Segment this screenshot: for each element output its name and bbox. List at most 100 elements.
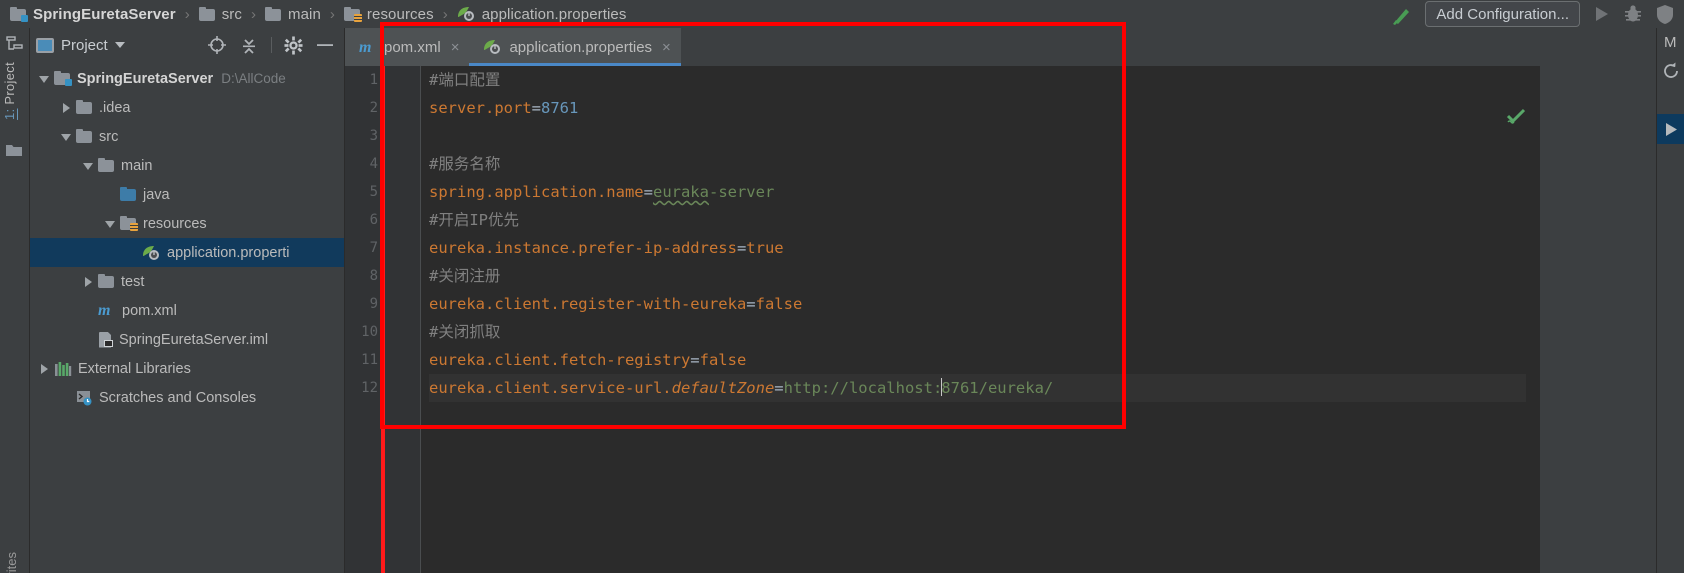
scratches-icon <box>76 390 93 406</box>
error-stripe[interactable] <box>1526 66 1540 573</box>
tree-closed-arrow-icon[interactable] <box>82 275 95 288</box>
refresh-icon[interactable] <box>1660 60 1682 82</box>
sidebar-item-project[interactable]: 1: Project <box>2 62 17 120</box>
code-line[interactable]: #开启IP优先 <box>429 206 1540 234</box>
code-line[interactable]: server.port=8761 <box>429 94 1540 122</box>
editor-tab-bar: m pom.xml × application.properties × <box>345 28 1540 66</box>
tree-item-label: application.properti <box>167 244 290 261</box>
code-line[interactable]: spring.application.name=euraka-server <box>429 178 1540 206</box>
breadcrumb-item-src[interactable]: src <box>197 0 244 28</box>
breadcrumb-label: src <box>221 5 242 23</box>
breadcrumb-item-resources[interactable]: resources <box>342 0 436 28</box>
scroll-from-source-icon[interactable] <box>207 35 227 55</box>
code-line[interactable]: eureka.client.service-url.defaultZone=ht… <box>429 374 1540 402</box>
libraries-icon <box>54 361 72 377</box>
tree-open-arrow-icon[interactable] <box>82 159 95 172</box>
editor-tab-pom-xml[interactable]: m pom.xml × <box>345 28 470 66</box>
navbar-actions: Add Configuration... <box>1389 1 1684 27</box>
source-folder-icon <box>120 187 137 202</box>
tree-open-arrow-icon[interactable] <box>60 130 73 143</box>
tree-item-resources[interactable]: resources <box>30 209 345 238</box>
tree-item-springeuretaserver[interactable]: SpringEuretaServer D:\AllCode <box>30 64 345 93</box>
editor-gutter[interactable]: 1 2 3 4 5 6 7 8 9 10 11 12 <box>345 66 421 573</box>
chevron-down-icon[interactable] <box>114 42 125 48</box>
code-token-comment: #关闭注册 <box>429 267 501 285</box>
idea-window: SpringEuretaServer › src › main › resources › ap… <box>0 0 1684 573</box>
tree-item-src[interactable]: src <box>30 122 345 151</box>
close-icon[interactable]: × <box>662 39 671 56</box>
tree-item-test[interactable]: test <box>30 267 345 296</box>
close-icon[interactable]: × <box>451 39 460 56</box>
sidebar-item-favorites[interactable]: rites <box>4 552 19 573</box>
spring-properties-icon <box>457 6 476 22</box>
editor-tab-application-properties[interactable]: application.properties × <box>469 28 682 66</box>
gear-icon[interactable] <box>284 35 303 55</box>
code-token-key: eureka.client.register-with-eureka <box>429 295 747 313</box>
tree-item-label: java <box>143 186 170 203</box>
tree-item-application-properti[interactable]: application.properti <box>30 238 345 267</box>
collapse-all-icon[interactable] <box>239 35 259 55</box>
favorites-folder-icon[interactable] <box>6 143 23 158</box>
resources-folder-icon <box>343 6 362 22</box>
tree-item-external-libraries[interactable]: External Libraries <box>30 354 345 383</box>
tree-closed-arrow-icon[interactable] <box>60 101 73 114</box>
code-line[interactable]: #服务名称 <box>429 150 1540 178</box>
code-token-eq: = <box>774 379 784 397</box>
breadcrumb-separator: › <box>329 5 335 23</box>
tree-item-java[interactable]: java <box>30 180 345 209</box>
code-token-key: eureka.instance.prefer-ip-address <box>429 239 737 257</box>
tree-closed-arrow-icon[interactable] <box>38 362 51 375</box>
maven-m-glyph: m <box>359 39 372 56</box>
breadcrumb-label: SpringEuretaServer <box>33 5 176 23</box>
breadcrumb-item-main[interactable]: main <box>263 0 323 28</box>
editor-body[interactable]: 1 2 3 4 5 6 7 8 9 10 11 12 #端口配置 server.port=8761 #服务… <box>345 66 1540 573</box>
code-line[interactable]: eureka.client.register-with-eureka=false <box>429 290 1540 318</box>
tree-item-label: resources <box>143 215 207 232</box>
code-content[interactable]: #端口配置 server.port=8761 #服务名称 spring.applica… <box>429 66 1540 573</box>
project-panel-tools <box>207 35 339 55</box>
run-play-icon[interactable] <box>1657 114 1684 144</box>
maven-icon: m <box>359 39 377 56</box>
tree-open-arrow-icon[interactable] <box>38 72 51 85</box>
module-badge <box>21 14 28 22</box>
code-token-key: false <box>755 295 803 313</box>
code-token-key: false <box>699 351 747 369</box>
coverage-shield-icon[interactable] <box>1654 3 1676 25</box>
hide-panel-icon[interactable] <box>315 35 335 55</box>
code-line[interactable]: eureka.instance.prefer-ip-address=true <box>429 234 1540 262</box>
tree-item-main[interactable]: main <box>30 151 345 180</box>
tree-open-arrow-icon[interactable] <box>104 217 117 230</box>
breadcrumb-separator: › <box>251 5 256 23</box>
tree-item--idea[interactable]: .idea <box>30 93 345 122</box>
editor-tab-label: pom.xml <box>384 38 441 56</box>
tree-item-springeuretaserver-iml[interactable]: SpringEuretaServer.iml <box>30 325 345 354</box>
code-token-key: server.port <box>429 99 532 117</box>
add-configuration-button[interactable]: Add Configuration... <box>1425 1 1580 27</box>
code-token-comment: #开启IP优先 <box>429 211 519 229</box>
code-line[interactable]: #关闭注册 <box>429 262 1540 290</box>
build-hammer-icon[interactable] <box>1389 2 1415 26</box>
line-number: 2 <box>369 100 378 116</box>
breadcrumb-item-application-properties[interactable]: application.properties <box>455 0 629 28</box>
code-line[interactable]: #端口配置 <box>429 66 1540 94</box>
debug-bug-icon[interactable] <box>1622 3 1644 25</box>
inspections-ok-check-icon[interactable] <box>1506 108 1526 124</box>
tree-item-scratches-and-consoles[interactable]: Scratches and Consoles <box>30 383 345 412</box>
line-number: 4 <box>369 156 378 172</box>
run-play-icon[interactable] <box>1590 3 1612 25</box>
code-line[interactable] <box>429 122 1540 150</box>
toolbar-divider <box>271 37 272 53</box>
tree-item-label: Scratches and Consoles <box>99 389 257 406</box>
breadcrumb-item-springeuretaserver[interactable]: SpringEuretaServer <box>8 0 178 28</box>
code-line[interactable]: eureka.client.fetch-registry=false <box>429 346 1540 374</box>
maven-tab-label[interactable]: M <box>1664 34 1677 51</box>
folder-icon <box>76 100 93 115</box>
breadcrumb-label: application.properties <box>481 5 627 23</box>
tree-item-pom-xml[interactable]: m pom.xml <box>30 296 345 325</box>
code-line[interactable]: #关闭抓取 <box>429 318 1540 346</box>
code-token-string: -server <box>708 183 775 201</box>
line-number: 11 <box>361 352 378 368</box>
structure-icon[interactable] <box>6 36 23 51</box>
tree-item-label: pom.xml <box>122 302 177 319</box>
